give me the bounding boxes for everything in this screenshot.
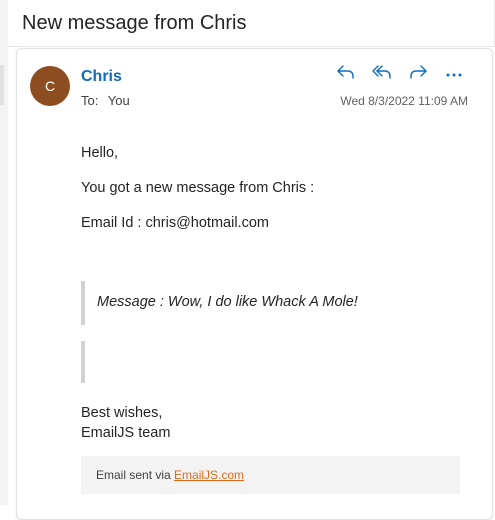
emailjs-link[interactable]: EmailJS.com	[174, 468, 244, 482]
forward-button[interactable]	[400, 63, 436, 85]
avatar[interactable]: C	[30, 66, 70, 106]
message-subject: New message from Chris	[22, 12, 247, 34]
message-timestamp: Wed 8/3/2022 11:09 AM	[340, 94, 468, 108]
reply-all-icon	[371, 64, 393, 85]
reading-pane-header: New message from Chris	[8, 0, 495, 47]
sender-name[interactable]: Chris	[81, 68, 122, 86]
quote-text: Message : Wow, I do like Whack A Mole!	[97, 294, 358, 310]
left-pane-edge	[0, 0, 8, 505]
more-actions-button[interactable]	[436, 63, 472, 85]
recipient-line: To: You	[81, 93, 130, 108]
footer-banner: Email sent via EmailJS.com	[81, 456, 460, 494]
message-card: C Chris To: You Wed 8/3/2022 11:09 AM He…	[16, 48, 493, 520]
more-icon	[446, 65, 462, 83]
reply-button[interactable]	[328, 63, 364, 85]
footer-text: Email sent via EmailJS.com	[96, 468, 244, 482]
email-id-text: Email Id : chris@hotmail.com	[81, 215, 269, 231]
reply-all-button[interactable]	[364, 63, 400, 85]
footer-prefix: Email sent via	[96, 468, 175, 482]
message-actions	[328, 63, 472, 85]
signoff-line-1: Best wishes,	[81, 405, 163, 421]
signoff: Best wishes, EmailJS team	[81, 403, 170, 443]
empty-quote-bar	[81, 341, 85, 383]
intro-text: You got a new message from Chris :	[81, 180, 315, 196]
message-quote: Message : Wow, I do like Whack A Mole!	[81, 281, 465, 325]
forward-icon	[408, 64, 428, 85]
signoff-line-2: EmailJS team	[81, 425, 171, 441]
reply-icon	[336, 64, 356, 85]
greeting-text: Hello,	[81, 145, 119, 161]
to-value[interactable]: You	[108, 93, 130, 108]
to-label: To:	[81, 93, 99, 108]
left-pane-stub	[0, 65, 4, 105]
